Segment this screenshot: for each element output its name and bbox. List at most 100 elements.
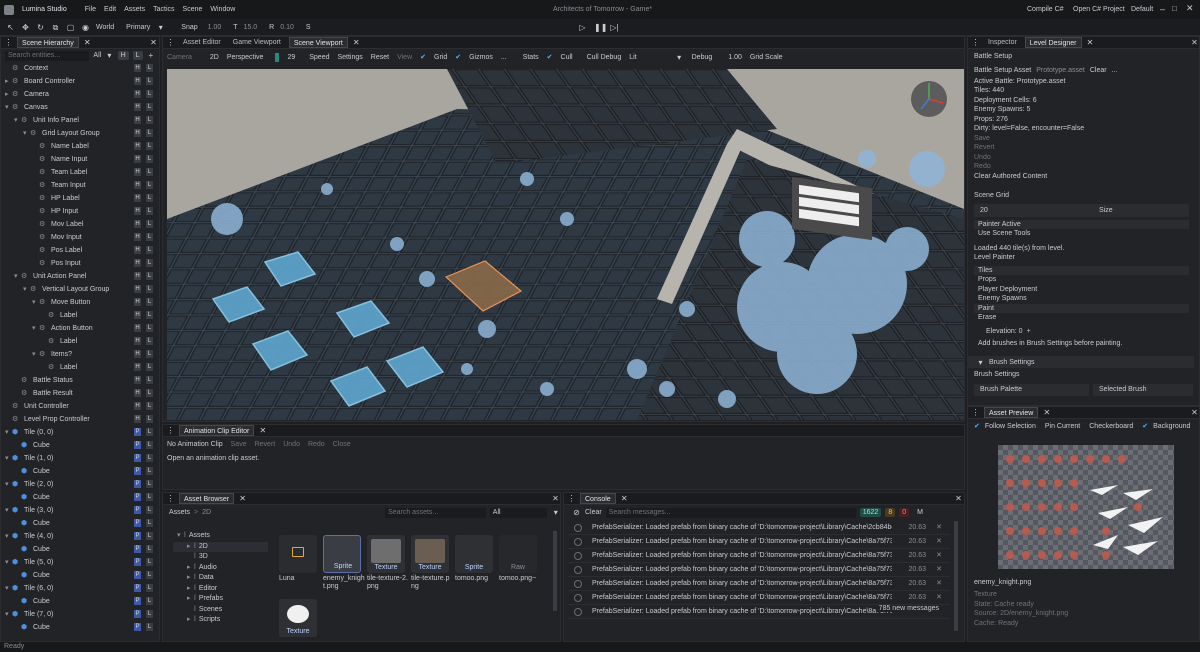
expand-arrow-icon[interactable]: ▸ xyxy=(187,594,194,605)
lit-select[interactable]: Lit xyxy=(629,54,636,61)
lock-flag[interactable]: L xyxy=(146,428,153,436)
tab-menu-icon[interactable]: ⋮ xyxy=(166,426,175,435)
hide-flag[interactable]: H xyxy=(134,207,141,215)
lock-flag[interactable]: L xyxy=(146,532,153,540)
prefab-flag[interactable]: P xyxy=(134,558,141,566)
prefab-flag[interactable]: P xyxy=(134,454,141,462)
more-button[interactable]: ... xyxy=(501,54,507,61)
lock-flag[interactable]: L xyxy=(146,376,153,384)
lock-flag[interactable]: L xyxy=(146,623,153,631)
lock-flag[interactable]: L xyxy=(146,220,153,228)
expand-arrow-icon[interactable]: ▾ xyxy=(5,504,12,517)
asset-tile[interactable]: Texture tile-texture.png xyxy=(411,535,453,595)
use-scene-tools-toggle[interactable]: Use Scene Tools xyxy=(974,229,1199,239)
reset-button[interactable]: Reset xyxy=(371,54,389,61)
anim-revert[interactable]: Revert xyxy=(255,441,276,448)
hierarchy-filter[interactable]: All xyxy=(93,52,101,59)
expand-arrow-icon[interactable]: ▾ xyxy=(23,283,30,296)
lock-flag[interactable]: L xyxy=(146,77,153,85)
grid-size-input[interactable]: 20 xyxy=(974,207,1099,214)
rotate-tool-icon[interactable]: ↻ xyxy=(36,23,45,32)
expand-arrow-icon[interactable]: ▾ xyxy=(5,478,12,491)
hide-flag[interactable]: H xyxy=(134,233,141,241)
tab-menu-icon[interactable]: ⋮ xyxy=(567,494,576,503)
lock-flag[interactable]: L xyxy=(146,324,153,332)
chevron-down-icon[interactable]: ▾ xyxy=(105,51,113,60)
rect-tool-icon[interactable]: ▢ xyxy=(66,23,75,32)
painter-mode-erase[interactable]: Erase xyxy=(974,313,1189,323)
expand-arrow-icon[interactable]: ▸ xyxy=(187,584,194,595)
asset-tile[interactable]: Luna xyxy=(279,535,321,595)
panel-close-icon[interactable]: ✕ xyxy=(551,494,560,503)
expand-arrow-icon[interactable]: ▸ xyxy=(187,542,194,553)
dismiss-icon[interactable]: ✕ xyxy=(936,591,942,604)
asset-filter[interactable]: All xyxy=(489,507,548,518)
console-row[interactable]: PrefabSerializer: Loaded prefab from bin… xyxy=(568,521,950,535)
hierarchy-item[interactable]: ▾ ⬢ Tile (6, 0) P L xyxy=(1,582,159,595)
h-flag-header[interactable]: H xyxy=(117,51,129,60)
follow-check-icon[interactable]: ✔ xyxy=(974,422,980,430)
cull-debug-button[interactable]: Cull Debug xyxy=(587,54,622,61)
hierarchy-item[interactable]: ▾ ⚙ Grid Layout Group H L xyxy=(1,127,159,140)
console-clear[interactable]: Clear xyxy=(585,509,602,516)
painter-mode-player-deployment[interactable]: Player Deployment xyxy=(974,285,1189,295)
anim-save[interactable]: Save xyxy=(231,441,247,448)
console-row[interactable]: PrefabSerializer: Loaded prefab from bin… xyxy=(568,591,950,605)
gizmos-toggle[interactable]: Gizmos xyxy=(469,54,493,61)
chevron-down-icon[interactable]: ▾ xyxy=(551,508,560,517)
asset-more-button[interactable]: ... xyxy=(1112,67,1118,74)
dismiss-icon[interactable]: ✕ xyxy=(936,535,942,548)
prefab-flag[interactable]: P xyxy=(134,506,141,514)
expand-arrow-icon[interactable]: ▾ xyxy=(32,348,39,361)
level-action-revert[interactable]: Revert xyxy=(974,143,1199,153)
tab-close-icon[interactable]: ✕ xyxy=(1086,38,1095,47)
lock-flag[interactable]: L xyxy=(146,194,153,202)
tab-asset-browser[interactable]: Asset Browser xyxy=(179,493,235,504)
info-count[interactable]: 1622 xyxy=(859,508,882,517)
lock-flag[interactable]: L xyxy=(146,415,153,423)
tab-menu-icon[interactable]: ⋮ xyxy=(166,38,175,47)
checkerboard-toggle[interactable]: Checkerboard xyxy=(1089,423,1133,430)
level-action-clear-authored-content[interactable]: Clear Authored Content xyxy=(974,172,1199,182)
hide-flag[interactable]: H xyxy=(134,415,141,423)
elevation-plus-button[interactable]: + xyxy=(1027,328,1031,335)
tab-menu-icon[interactable]: ⋮ xyxy=(971,408,980,417)
tab-animation-clip[interactable]: Animation Clip Editor xyxy=(179,425,255,436)
lock-flag[interactable]: L xyxy=(146,571,153,579)
hierarchy-item[interactable]: ⚙ Label H L xyxy=(1,309,159,322)
hierarchy-item[interactable]: ▸ ⚙ Camera H L xyxy=(1,88,159,101)
lock-flag[interactable]: L xyxy=(146,493,153,501)
grid-check-icon[interactable]: ✔ xyxy=(420,53,426,61)
hide-flag[interactable]: H xyxy=(134,246,141,254)
expand-arrow-icon[interactable]: ▾ xyxy=(177,531,184,542)
level-action-undo[interactable]: Undo xyxy=(974,153,1199,163)
expand-arrow-icon[interactable]: ▾ xyxy=(23,127,30,140)
hierarchy-item[interactable]: ▾ ⚙ Unit Action Panel H L xyxy=(1,270,159,283)
tab-close-icon[interactable]: ✕ xyxy=(83,38,92,47)
hide-flag[interactable]: H xyxy=(134,402,141,410)
asset-tree-item[interactable]: ▸ ǀ Data xyxy=(173,573,268,584)
pivot-primary[interactable]: Primary xyxy=(126,24,150,31)
lock-flag[interactable]: L xyxy=(146,337,153,345)
compile-button[interactable]: Compile C# xyxy=(1027,6,1064,13)
brush-palette-label[interactable]: Brush Palette xyxy=(974,383,1089,396)
dismiss-icon[interactable]: ✕ xyxy=(936,577,942,590)
hierarchy-item[interactable]: ▾ ⚙ Move Button H L xyxy=(1,296,159,309)
hierarchy-item[interactable]: ⚙ Mov Label H L xyxy=(1,218,159,231)
prefab-flag[interactable]: P xyxy=(134,493,141,501)
lock-flag[interactable]: L xyxy=(146,610,153,618)
follow-selection-toggle[interactable]: Follow Selection xyxy=(985,423,1036,430)
hide-flag[interactable]: H xyxy=(134,298,141,306)
new-messages-indicator[interactable]: 785 new messages xyxy=(875,605,942,612)
tab-asset-editor[interactable]: Asset Editor xyxy=(179,37,225,48)
hierarchy-item[interactable]: ⚙ Battle Status H L xyxy=(1,374,159,387)
lock-flag[interactable]: L xyxy=(146,480,153,488)
hierarchy-item[interactable]: ▸ ⚙ Board Controller H L xyxy=(1,75,159,88)
hide-flag[interactable]: H xyxy=(134,155,141,163)
console-row[interactable]: PrefabSerializer: Loaded prefab from bin… xyxy=(568,549,950,563)
asset-tree-item[interactable]: ▸ ǀ 2D xyxy=(173,541,268,553)
fov-slider[interactable] xyxy=(275,52,280,62)
lock-flag[interactable]: L xyxy=(146,142,153,150)
panel-close-icon[interactable]: ✕ xyxy=(1190,408,1199,417)
hierarchy-item[interactable]: ▾ ⬢ Tile (7, 0) P L xyxy=(1,608,159,621)
